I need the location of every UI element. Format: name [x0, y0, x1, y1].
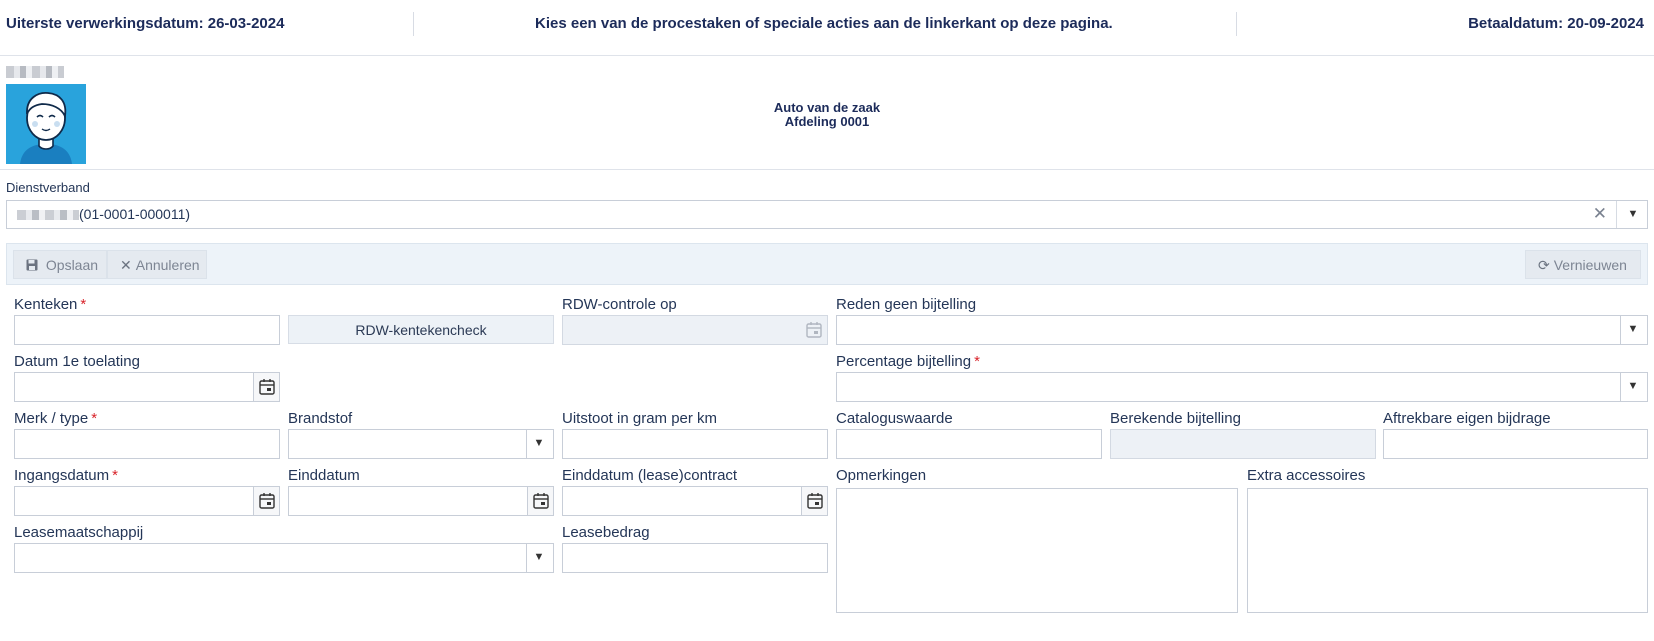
- calendar-icon[interactable]: [801, 487, 827, 515]
- required-mark: *: [91, 410, 98, 427]
- chevron-down-icon[interactable]: [1619, 373, 1647, 401]
- reden-label: Reden geen bijtelling: [836, 296, 977, 313]
- chevron-down-icon[interactable]: [525, 544, 553, 572]
- opmerkingen-textarea[interactable]: [836, 488, 1238, 613]
- ingangsdatum-input[interactable]: [14, 486, 280, 516]
- save-icon: [26, 257, 42, 273]
- header-divider: [413, 12, 414, 36]
- chevron-down-icon[interactable]: [525, 430, 553, 458]
- extra-accessoires-textarea[interactable]: [1247, 488, 1648, 613]
- leasemaatschappij-label: Leasemaatschappij: [14, 524, 144, 541]
- page-title: Auto van de zaak Afdeling 0001: [0, 101, 1654, 129]
- calendar-icon[interactable]: [527, 487, 553, 515]
- profile-section: Auto van de zaak Afdeling 0001: [0, 56, 1654, 170]
- employment-label: Dienstverband: [6, 180, 90, 195]
- kenteken-input[interactable]: [14, 315, 280, 345]
- datum-toelating-label: Datum 1e toelating: [14, 353, 140, 370]
- save-button[interactable]: Opslaan: [13, 250, 107, 279]
- cataloguswaarde-input[interactable]: [836, 429, 1102, 459]
- page-title-text: Auto van de zaak: [773, 100, 881, 115]
- refresh-label: Vernieuwen: [1553, 257, 1627, 273]
- paydate-text: Betaaldatum: 20-09-2024: [1468, 15, 1644, 32]
- einddatum-input[interactable]: [288, 486, 554, 516]
- leasemaatschappij-select[interactable]: [14, 543, 554, 573]
- leasebedrag-input[interactable]: [562, 543, 828, 573]
- employment-name-blurred: [17, 210, 79, 220]
- extra-accessoires-label: Extra accessoires: [1247, 467, 1366, 484]
- save-label: Opslaan: [45, 257, 99, 273]
- merk-input[interactable]: [14, 429, 280, 459]
- leasebedrag-label: Leasebedrag: [562, 524, 650, 541]
- percentage-select[interactable]: [836, 372, 1648, 402]
- instruction-text: Kies een van de procestaken of speciale …: [535, 15, 1113, 32]
- close-icon[interactable]: ✕: [1593, 204, 1607, 224]
- calendar-icon[interactable]: [253, 487, 279, 515]
- cataloguswaarde-label: Cataloguswaarde: [836, 410, 953, 427]
- header-divider: [1236, 12, 1237, 36]
- combo-divider: [1616, 201, 1617, 228]
- einddatum-label: Einddatum: [288, 467, 360, 484]
- deadline-text: Uiterste verwerkingsdatum: 26-03-2024: [6, 15, 285, 32]
- employee-name-blurred: [6, 66, 64, 78]
- berekende-field: [1110, 429, 1376, 459]
- uitstoot-input[interactable]: [562, 429, 828, 459]
- kenteken-label: Kenteken *: [14, 296, 87, 313]
- header-bar: Uiterste verwerkingsdatum: 26-03-2024 Ki…: [0, 0, 1654, 56]
- ingangsdatum-label: Ingangsdatum *: [14, 467, 118, 484]
- aftrekbare-input[interactable]: [1383, 429, 1648, 459]
- datum-toelating-input[interactable]: [14, 372, 280, 402]
- refresh-icon: ⟳: [1538, 257, 1550, 273]
- rdw-controle-label: RDW-controle op: [562, 296, 677, 313]
- rdw-check-button[interactable]: RDW-kentekencheck: [288, 315, 554, 344]
- rdw-controle-field: [562, 315, 828, 345]
- action-toolbar: Opslaan ✕ Annuleren ⟳ Vernieuwen: [6, 243, 1648, 285]
- merk-label: Merk / type *: [14, 410, 98, 427]
- department-text: Afdeling 0001: [784, 114, 870, 129]
- required-mark: *: [974, 353, 980, 370]
- calendar-icon: [801, 316, 827, 344]
- cancel-label: Annuleren: [135, 257, 200, 273]
- chevron-down-icon[interactable]: [1619, 316, 1647, 344]
- opmerkingen-label: Opmerkingen: [836, 467, 927, 484]
- chevron-down-icon[interactable]: [1619, 201, 1647, 228]
- aftrekbare-label: Aftrekbare eigen bijdrage: [1383, 410, 1551, 427]
- required-mark: *: [112, 467, 118, 484]
- brandstof-select[interactable]: [288, 429, 554, 459]
- brandstof-label: Brandstof: [288, 410, 353, 427]
- berekende-label: Berekende bijtelling: [1110, 410, 1241, 427]
- einddatum-lease-input[interactable]: [562, 486, 828, 516]
- uitstoot-label: Uitstoot in gram per km: [562, 410, 718, 427]
- required-mark: *: [80, 296, 87, 313]
- cancel-button[interactable]: ✕ Annuleren: [107, 250, 207, 279]
- employment-select[interactable]: (01-0001-000011) ✕: [6, 200, 1648, 229]
- calendar-icon[interactable]: [253, 373, 279, 401]
- einddatum-lease-label: Einddatum (lease)contract: [562, 467, 738, 484]
- reden-select[interactable]: [836, 315, 1648, 345]
- refresh-button[interactable]: ⟳ Vernieuwen: [1525, 250, 1641, 279]
- employment-value: (01-0001-000011): [79, 206, 191, 222]
- percentage-label: Percentage bijtelling *: [836, 353, 980, 370]
- close-icon: ✕: [120, 257, 132, 273]
